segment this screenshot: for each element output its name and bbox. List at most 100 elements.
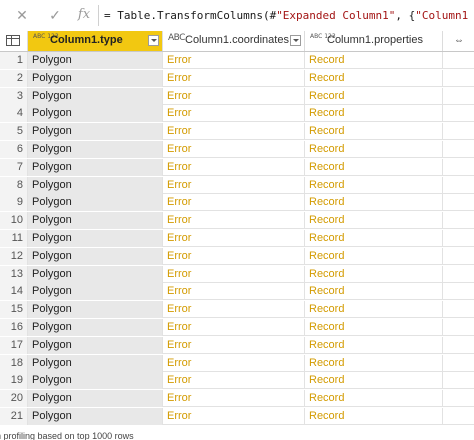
row-number[interactable]: 3 [0,87,28,105]
cell-coordinates-error[interactable]: Error [163,69,305,87]
cell-type[interactable]: Polygon [28,265,163,283]
column-header-properties[interactable]: ABC 123 Column1.properties [305,31,443,51]
table-menu-button[interactable] [0,31,28,51]
cell-coordinates-error[interactable]: Error [163,372,305,390]
row-number[interactable]: 14 [0,283,28,301]
check-icon[interactable]: ✓ [45,6,65,24]
table-row[interactable]: 21 Polygon Error Record [0,408,474,425]
table-row[interactable]: 14 Polygon Error Record [0,283,474,301]
table-row[interactable]: 9 Polygon Error Record [0,194,474,212]
row-number[interactable]: 17 [0,336,28,354]
table-row[interactable]: 5 Polygon Error Record [0,123,474,141]
cell-coordinates-error[interactable]: Error [163,230,305,247]
table-row[interactable]: 6 Polygon Error Record [0,141,474,158]
cell-properties-record[interactable]: Record [305,105,443,123]
cell-properties-record[interactable]: Record [305,141,443,158]
cell-type[interactable]: Polygon [28,336,163,354]
cell-type[interactable]: Polygon [28,69,163,87]
cell-properties-record[interactable]: Record [305,158,443,176]
cell-type[interactable]: Polygon [28,141,163,158]
table-row[interactable]: 18 Polygon Error Record [0,354,474,372]
cell-properties-record[interactable]: Record [305,372,443,390]
cell-type[interactable]: Polygon [28,105,163,123]
row-number[interactable]: 5 [0,123,28,141]
cell-type[interactable]: Polygon [28,212,163,230]
cell-coordinates-error[interactable]: Error [163,87,305,105]
table-row[interactable]: 10 Polygon Error Record [0,212,474,230]
row-number[interactable]: 13 [0,265,28,283]
close-icon[interactable]: ✕ [12,6,32,24]
cell-type[interactable]: Polygon [28,158,163,176]
cell-coordinates-error[interactable]: Error [163,176,305,194]
cell-coordinates-error[interactable]: Error [163,265,305,283]
cell-type[interactable]: Polygon [28,87,163,105]
cell-properties-record[interactable]: Record [305,354,443,372]
cell-type[interactable]: Polygon [28,372,163,390]
cell-properties-record[interactable]: Record [305,123,443,141]
cell-type[interactable]: Polygon [28,230,163,247]
row-number[interactable]: 8 [0,176,28,194]
cell-properties-record[interactable]: Record [305,336,443,354]
row-number[interactable]: 16 [0,319,28,336]
cell-coordinates-error[interactable]: Error [163,141,305,158]
cell-properties-record[interactable]: Record [305,52,443,69]
cell-properties-record[interactable]: Record [305,194,443,212]
cell-properties-record[interactable]: Record [305,319,443,336]
cell-coordinates-error[interactable]: Error [163,319,305,336]
cell-properties-record[interactable]: Record [305,301,443,319]
cell-type[interactable]: Polygon [28,52,163,69]
table-row[interactable]: 11 Polygon Error Record [0,230,474,247]
cell-properties-record[interactable]: Record [305,408,443,425]
cell-properties-record[interactable]: Record [305,87,443,105]
cell-properties-record[interactable]: Record [305,176,443,194]
row-number[interactable]: 18 [0,354,28,372]
cell-type[interactable]: Polygon [28,408,163,425]
table-row[interactable]: 7 Polygon Error Record [0,158,474,176]
cell-coordinates-error[interactable]: Error [163,52,305,69]
row-number[interactable]: 11 [0,230,28,247]
cell-type[interactable]: Polygon [28,390,163,408]
cell-coordinates-error[interactable]: Error [163,390,305,408]
row-number[interactable]: 20 [0,390,28,408]
column-filter-dropdown-icon[interactable] [290,35,301,46]
row-number[interactable]: 9 [0,194,28,212]
cell-coordinates-error[interactable]: Error [163,123,305,141]
cell-type[interactable]: Polygon [28,176,163,194]
table-row[interactable]: 16 Polygon Error Record [0,319,474,336]
cell-type[interactable]: Polygon [28,123,163,141]
table-row[interactable]: 4 Polygon Error Record [0,105,474,123]
table-row[interactable]: 15 Polygon Error Record [0,301,474,319]
expand-column-button[interactable]: ⇔ [443,31,474,51]
cell-coordinates-error[interactable]: Error [163,158,305,176]
table-row[interactable]: 2 Polygon Error Record [0,69,474,87]
table-row[interactable]: 3 Polygon Error Record [0,87,474,105]
table-row[interactable]: 1 Polygon Error Record [0,52,474,69]
row-number[interactable]: 2 [0,69,28,87]
cell-coordinates-error[interactable]: Error [163,283,305,301]
cell-properties-record[interactable]: Record [305,230,443,247]
column-header-type[interactable]: ABC 123 Column1.type [28,31,163,51]
row-number[interactable]: 19 [0,372,28,390]
cell-coordinates-error[interactable]: Error [163,408,305,425]
cell-properties-record[interactable]: Record [305,212,443,230]
row-number[interactable]: 6 [0,141,28,158]
cell-type[interactable]: Polygon [28,283,163,301]
table-row[interactable]: 12 Polygon Error Record [0,247,474,265]
column-filter-dropdown-icon[interactable] [148,35,159,46]
cell-properties-record[interactable]: Record [305,390,443,408]
cell-coordinates-error[interactable]: Error [163,212,305,230]
row-number[interactable]: 7 [0,158,28,176]
column-header-coordinates[interactable]: ABC Column1.coordinates [163,31,305,51]
row-number[interactable]: 12 [0,247,28,265]
row-number[interactable]: 10 [0,212,28,230]
cell-coordinates-error[interactable]: Error [163,336,305,354]
cell-coordinates-error[interactable]: Error [163,354,305,372]
table-row[interactable]: 8 Polygon Error Record [0,176,474,194]
cell-properties-record[interactable]: Record [305,265,443,283]
cell-coordinates-error[interactable]: Error [163,247,305,265]
row-number[interactable]: 4 [0,105,28,123]
formula-input[interactable]: = Table.TransformColumns(#"Expanded Colu… [104,7,470,25]
table-row[interactable]: 19 Polygon Error Record [0,372,474,390]
cell-coordinates-error[interactable]: Error [163,105,305,123]
table-row[interactable]: 20 Polygon Error Record [0,390,474,408]
